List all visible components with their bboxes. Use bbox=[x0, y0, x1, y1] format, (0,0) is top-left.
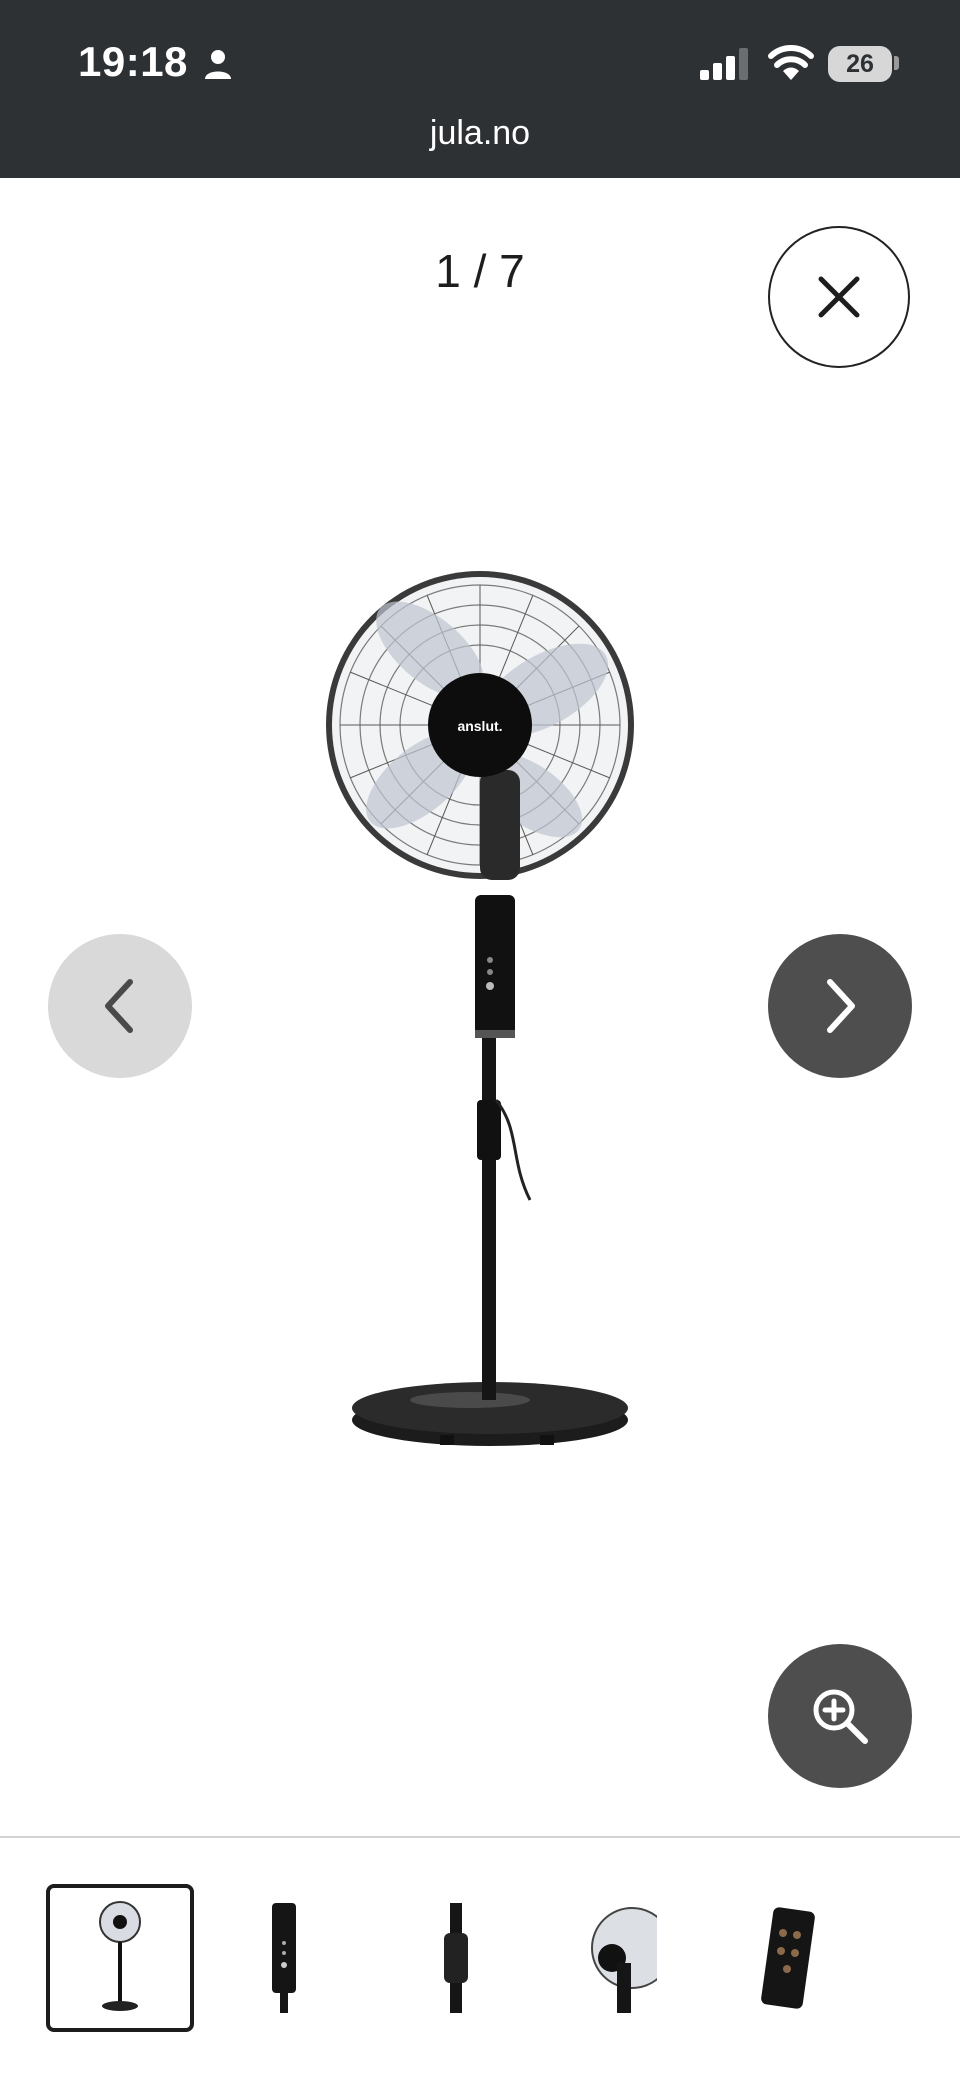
chevron-right-icon bbox=[827, 979, 855, 1033]
close-icon bbox=[818, 276, 860, 318]
thumbnail-control-image bbox=[272, 1903, 296, 2013]
browser-url[interactable]: jula.no bbox=[0, 114, 960, 153]
battery-tip bbox=[894, 56, 899, 70]
thumbnail-remote-image bbox=[761, 1907, 815, 2009]
thumbnail-full-fan[interactable] bbox=[46, 1884, 194, 2032]
thumbnail-divider bbox=[0, 1836, 960, 1838]
thumbnail-fan-image bbox=[99, 1901, 141, 2011]
zoom-in-icon bbox=[813, 1689, 868, 1744]
thumbnail-remote-control[interactable] bbox=[714, 1884, 862, 2032]
status-time: 19:18 bbox=[78, 38, 188, 85]
thumbnail-head-image bbox=[591, 1907, 657, 2013]
previous-image-button[interactable] bbox=[48, 934, 192, 1078]
thumbnail-pole-image bbox=[444, 1903, 468, 2013]
close-button[interactable] bbox=[768, 226, 910, 368]
zoom-button[interactable] bbox=[768, 1644, 912, 1788]
wifi-icon bbox=[768, 45, 814, 80]
battery-level: 26 bbox=[846, 50, 874, 78]
product-image: anslut. bbox=[326, 571, 634, 1446]
person-icon bbox=[205, 50, 231, 79]
thumbnail-control-panel[interactable] bbox=[210, 1884, 358, 2032]
thumbnail-pole-joint[interactable] bbox=[382, 1884, 530, 2032]
thumbnail-fan-head-back[interactable] bbox=[548, 1884, 696, 2032]
next-image-button[interactable] bbox=[768, 934, 912, 1078]
product-logo: anslut. bbox=[457, 718, 502, 734]
chevron-left-icon bbox=[105, 979, 133, 1033]
cellular-signal-icon bbox=[700, 48, 748, 80]
status-bar: 19:18 26 jula.no bbox=[0, 0, 960, 178]
battery-icon: 26 bbox=[828, 46, 892, 82]
